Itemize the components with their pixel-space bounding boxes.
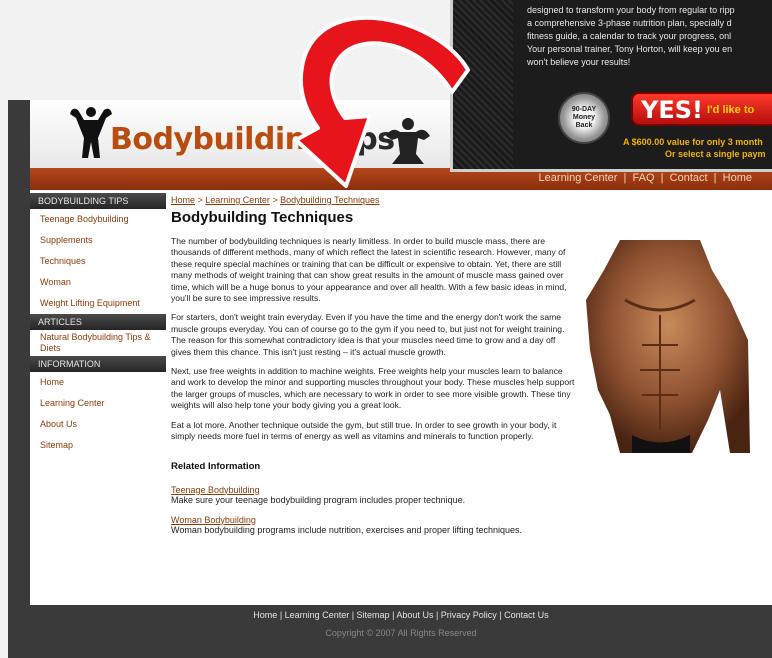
sidebar-heading-articles: ARTICLES bbox=[30, 314, 166, 330]
footer-link-sitemap[interactable]: Sitemap bbox=[357, 610, 390, 620]
sidebar: BODYBUILDING TIPS Teenage Bodybuilding S… bbox=[30, 193, 166, 456]
footer-link-learning-center[interactable]: Learning Center bbox=[285, 610, 350, 620]
footer-link-contact-us[interactable]: Contact Us bbox=[504, 610, 549, 620]
sidebar-heading-information: INFORMATION bbox=[30, 356, 166, 372]
sidebar-item-about-us[interactable]: About Us bbox=[30, 414, 166, 435]
footer-link-privacy-policy[interactable]: Privacy Policy bbox=[441, 610, 497, 620]
sidebar-item-woman[interactable]: Woman bbox=[30, 272, 166, 293]
sidebar-item-supplements[interactable]: Supplements bbox=[30, 230, 166, 251]
sidebar-item-weight-lifting-equipment[interactable]: Weight Lifting Equipment bbox=[30, 293, 166, 314]
article-paragraph: The number of bodybuilding techniques is… bbox=[171, 236, 567, 304]
footer-link-home[interactable]: Home bbox=[253, 610, 277, 620]
sidebar-item-natural-bodybuilding[interactable]: Natural Bodybuilding Tips & Diets bbox=[30, 330, 166, 356]
related-heading: Related Information bbox=[171, 460, 261, 472]
article-paragraph: For starters, don't weight train everyda… bbox=[171, 312, 565, 357]
related-link-woman[interactable]: Woman Bodybuilding bbox=[171, 515, 751, 525]
sidebar-item-techniques[interactable]: Techniques bbox=[30, 251, 166, 272]
article-paragraph: Next, use free weights in addition to ma… bbox=[171, 366, 575, 411]
footer-link-about-us[interactable]: About Us bbox=[396, 610, 433, 620]
curved-arrow-icon bbox=[294, 15, 470, 188]
article-paragraph: Eat a lot more. Another technique outsid… bbox=[171, 419, 557, 442]
bodybuilder-image-icon bbox=[586, 240, 750, 453]
related-link-teenage[interactable]: Teenage Bodybuilding bbox=[171, 485, 751, 495]
sidebar-item-home[interactable]: Home bbox=[30, 372, 166, 393]
bodybuilder-photo bbox=[580, 240, 750, 453]
footer-links: Home | Learning Center | Sitemap | About… bbox=[253, 610, 549, 620]
related-desc: Make sure your teenage bodybuilding prog… bbox=[171, 494, 466, 505]
sidebar-item-sitemap[interactable]: Sitemap bbox=[30, 435, 166, 456]
copyright-text: Copyright © 2007 All Rights Reserved bbox=[325, 628, 477, 638]
sidebar-item-learning-center[interactable]: Learning Center bbox=[30, 393, 166, 414]
site-footer: Home | Learning Center | Sitemap | About… bbox=[30, 605, 772, 658]
related-desc: Woman bodybuilding programs include nutr… bbox=[171, 524, 523, 535]
content-area: BODYBUILDING TIPS Teenage Bodybuilding S… bbox=[30, 190, 772, 605]
